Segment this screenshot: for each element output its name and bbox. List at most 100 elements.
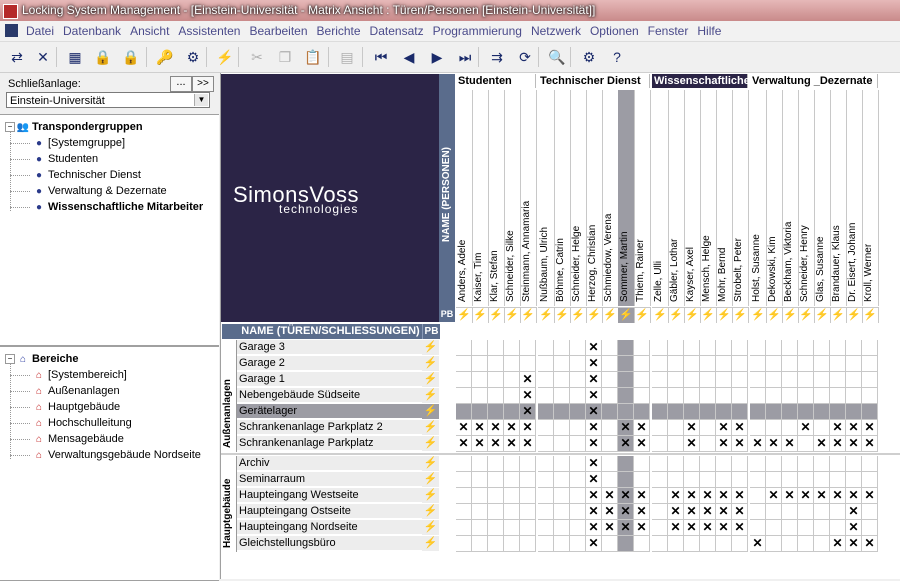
matrix-cell[interactable] [488, 388, 504, 404]
lightning-icon[interactable]: ⚡ [846, 307, 863, 323]
person-column-header[interactable]: Anders, Adele [456, 90, 473, 306]
matrix-cell[interactable] [814, 504, 830, 520]
matrix-cell[interactable] [830, 520, 846, 536]
matrix-cell[interactable] [456, 388, 472, 404]
matrix-cell[interactable] [538, 372, 554, 388]
lightning-icon[interactable]: ⚡ [814, 307, 831, 323]
matrix-cell[interactable] [554, 420, 570, 436]
matrix-cell[interactable]: ✕ [634, 488, 650, 504]
matrix-cell[interactable] [472, 340, 488, 356]
matrix-cell[interactable] [538, 356, 554, 372]
matrix-cell[interactable]: ✕ [684, 436, 700, 452]
matrix-cell[interactable] [814, 420, 830, 436]
matrix-cell[interactable]: ✕ [634, 436, 650, 452]
matrix-cell[interactable]: ✕ [586, 436, 602, 452]
matrix-cell[interactable] [634, 536, 650, 552]
matrix-cell[interactable]: ✕ [716, 488, 732, 504]
menu-item-hilfe[interactable]: Hilfe [697, 24, 721, 38]
person-column-header[interactable]: Steinmann, Annamaria [520, 90, 537, 306]
matrix-cell[interactable] [538, 436, 554, 452]
matrix-cell[interactable]: ✕ [732, 420, 748, 436]
matrix-cell[interactable] [538, 536, 554, 552]
matrix-cell[interactable] [488, 372, 504, 388]
matrix-cell[interactable] [862, 504, 878, 520]
matrix-cell[interactable] [618, 536, 634, 552]
lightning-icon[interactable]: ⚡ [570, 307, 587, 323]
matrix-cell[interactable] [472, 356, 488, 372]
matrix-cell[interactable]: ✕ [520, 420, 536, 436]
lightning-icon[interactable]: ⚡ [422, 520, 439, 536]
matrix-cell[interactable] [570, 388, 586, 404]
matrix-cell[interactable]: ✕ [846, 420, 862, 436]
matrix-cell[interactable] [570, 420, 586, 436]
matrix-cell[interactable]: ✕ [846, 436, 862, 452]
matrix-cell[interactable] [766, 372, 782, 388]
matrix-cell[interactable] [634, 388, 650, 404]
matrix-cell[interactable] [716, 356, 732, 372]
matrix-cell[interactable]: ✕ [504, 436, 520, 452]
matrix-cell[interactable]: ✕ [782, 436, 798, 452]
matrix-cell[interactable]: ✕ [846, 536, 862, 552]
matrix-cell[interactable]: ✕ [862, 536, 878, 552]
matrix-cell[interactable] [504, 488, 520, 504]
matrix-cell[interactable] [456, 404, 472, 420]
matrix-cell[interactable] [634, 372, 650, 388]
door-row[interactable]: Seminarraum [237, 472, 422, 487]
matrix-cell[interactable] [456, 504, 472, 520]
door-row[interactable]: Schrankenanlage Parkplatz 2 [237, 420, 422, 435]
matrix-cell[interactable]: ✕ [634, 420, 650, 436]
lightning-icon[interactable]: ⚡ [422, 340, 439, 356]
matrix-cell[interactable]: ✕ [602, 504, 618, 520]
person-column-header[interactable]: Kroll, Werner [862, 90, 879, 306]
matrix-cell[interactable]: ✕ [700, 520, 716, 536]
matrix-cell[interactable] [472, 504, 488, 520]
matrix-cell[interactable] [766, 504, 782, 520]
matrix-cell[interactable] [782, 420, 798, 436]
matrix-cell[interactable] [504, 356, 520, 372]
matrix-cell[interactable] [520, 356, 536, 372]
lightning-icon[interactable]: ⚡ [602, 307, 619, 323]
matrix-cell[interactable] [732, 456, 748, 472]
matrix-cell[interactable] [652, 504, 668, 520]
door-row[interactable]: Haupteingang Westseite [237, 488, 422, 503]
door-row[interactable]: Archiv [237, 456, 422, 471]
person-column-header[interactable]: Mensch, Helge [700, 90, 717, 306]
matrix-cell[interactable] [782, 340, 798, 356]
matrix-cell[interactable] [652, 536, 668, 552]
lock-settings-icon[interactable]: ⚙ [182, 46, 204, 68]
matrix-cell[interactable]: ✕ [862, 488, 878, 504]
matrix-cell[interactable] [830, 340, 846, 356]
matrix-cell[interactable]: ✕ [732, 504, 748, 520]
matrix-cell[interactable] [602, 340, 618, 356]
matrix-cell[interactable] [618, 356, 634, 372]
matrix-cell[interactable] [652, 456, 668, 472]
matrix-cell[interactable] [798, 404, 814, 420]
matrix-cell[interactable] [554, 520, 570, 536]
matrix-cell[interactable] [716, 472, 732, 488]
matrix-cell[interactable] [716, 340, 732, 356]
person-column-header[interactable]: Kaiser, Tim [472, 90, 489, 306]
chevron-down-icon[interactable]: ▼ [194, 94, 208, 106]
matrix-cell[interactable]: ✕ [750, 436, 766, 452]
matrix-cell[interactable] [668, 436, 684, 452]
menu-item-bearbeiten[interactable]: Bearbeiten [249, 24, 307, 38]
matrix-cell[interactable] [634, 404, 650, 420]
lightning-icon[interactable]: ⚡ [750, 307, 767, 323]
lightning-icon[interactable]: ⚡ [422, 504, 439, 520]
matrix-cell[interactable] [798, 536, 814, 552]
matrix-cell[interactable] [862, 388, 878, 404]
matrix-cell[interactable] [554, 436, 570, 452]
group-header[interactable]: Verwaltung _Dezernate [750, 74, 878, 88]
person-column-header[interactable]: Zelle, Ulli [652, 90, 669, 306]
tree-item[interactable]: ● Verwaltung & Dezernate [32, 183, 167, 199]
matrix-cell[interactable] [684, 340, 700, 356]
matrix-cell[interactable]: ✕ [586, 356, 602, 372]
lightning-icon[interactable]: ⚡ [862, 307, 879, 323]
matrix-cell[interactable]: ✕ [488, 420, 504, 436]
lightning-icon[interactable]: ⚡ [634, 307, 651, 323]
tree-item[interactable]: ⌂ Verwaltungsgebäude Nordseite [32, 447, 201, 463]
matrix-cell[interactable]: ✕ [830, 436, 846, 452]
person-column-header[interactable]: Thiem, Rainer [634, 90, 651, 306]
browse-button[interactable]: ... [170, 76, 192, 92]
shuffle-icon[interactable]: ⇄ [6, 46, 28, 68]
